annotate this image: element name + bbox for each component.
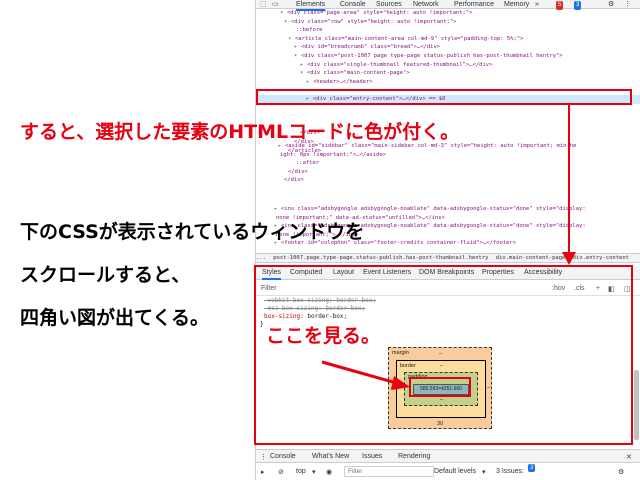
annotation-scroll: スクロールすると、 xyxy=(20,264,191,286)
annotation-look-here: ここを見る。 xyxy=(266,325,381,347)
annotation-html-highlight: すると、選択した要素のHTMLコードに色が付く。 xyxy=(20,121,460,143)
annotation-box-diagram: 四角い図が出てくる。 xyxy=(20,307,210,329)
annotation-css-window: 下のCSSが表示されているウィンドウを xyxy=(20,221,365,243)
